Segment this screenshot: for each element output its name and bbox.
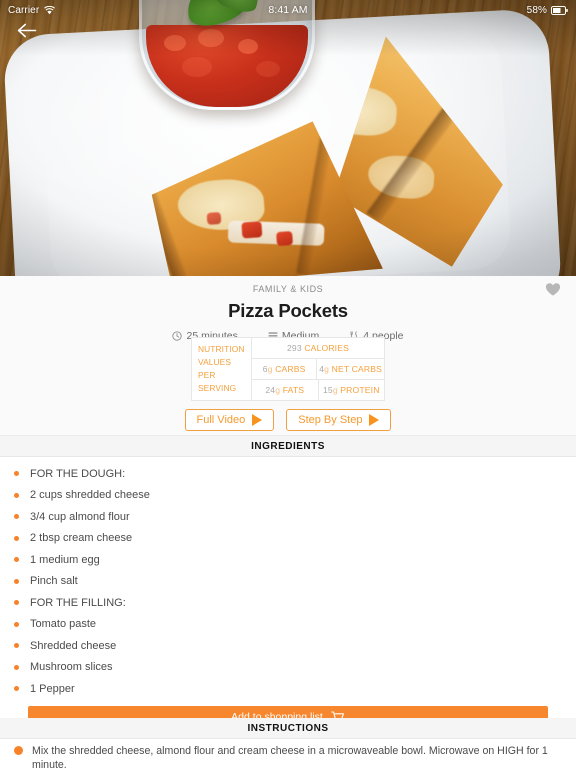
page-title: Pizza Pockets bbox=[228, 300, 348, 321]
nutrition-side-label: NUTRITION VALUES PER SERVING bbox=[192, 338, 252, 400]
ingredient-label: 2 tbsp cream cheese bbox=[30, 532, 133, 545]
calories-label: CALORIES bbox=[304, 343, 349, 353]
ingredient-label: Mushroom slices bbox=[30, 661, 113, 674]
favorite-button[interactable] bbox=[542, 282, 564, 302]
hero-image: Carrier 8:41 AM 58% bbox=[0, 0, 576, 276]
bullet-icon bbox=[14, 600, 19, 606]
instructions-header: INSTRUCTIONS bbox=[0, 718, 576, 739]
recipe-detail-screen: Carrier 8:41 AM 58% FAMILY & KIDS Pizza … bbox=[0, 0, 576, 768]
bullet-icon bbox=[14, 514, 19, 520]
step-by-step-label: Step By Step bbox=[298, 414, 363, 426]
ingredient-label: 3/4 cup almond flour bbox=[30, 510, 130, 523]
bullet-icon bbox=[14, 557, 19, 563]
bullet-icon bbox=[14, 621, 19, 627]
list-item[interactable]: Mushroom slices bbox=[0, 657, 576, 679]
ingredients-list: FOR THE DOUGH: 2 cups shredded cheese 3/… bbox=[0, 457, 576, 728]
nutrition-cell-protein: 15g PROTEIN bbox=[317, 380, 385, 400]
heart-icon bbox=[545, 282, 561, 302]
bullet-icon bbox=[14, 535, 19, 541]
action-buttons: Full Video Step By Step bbox=[0, 409, 576, 431]
list-item[interactable]: FOR THE FILLING: bbox=[0, 592, 576, 614]
status-bar-right: 58% bbox=[386, 5, 576, 16]
battery-percent-label: 58% bbox=[526, 4, 547, 16]
bullet-icon bbox=[14, 664, 19, 670]
bullet-icon bbox=[14, 643, 19, 649]
bullet-icon bbox=[14, 492, 19, 498]
ingredient-label: FOR THE DOUGH: bbox=[30, 467, 126, 480]
list-item[interactable]: 3/4 cup almond flour bbox=[0, 506, 576, 528]
nutrition-row-fats: 24g FATS 15g PROTEIN bbox=[252, 380, 384, 400]
nutrition-row-carbs: 6g CARBS 4g NET CARBS bbox=[252, 359, 384, 380]
clock-icon bbox=[172, 331, 183, 341]
ingredient-label: Tomato paste bbox=[30, 618, 97, 631]
ingredient-label: Shredded cheese bbox=[30, 639, 117, 652]
protein-label: PROTEIN bbox=[340, 385, 380, 395]
ingredient-label: 1 Pepper bbox=[30, 682, 75, 695]
bullet-icon bbox=[14, 578, 19, 584]
list-item[interactable]: 2 cups shredded cheese bbox=[0, 485, 576, 507]
ingredient-label: 2 cups shredded cheese bbox=[30, 489, 150, 502]
wifi-icon bbox=[44, 5, 56, 15]
carrier-label: Carrier bbox=[8, 4, 40, 16]
bullet-icon bbox=[14, 471, 19, 477]
back-arrow-icon bbox=[17, 23, 37, 43]
status-bar-time: 8:41 AM bbox=[268, 4, 308, 16]
instruction-item[interactable]: Mix the shredded cheese, almond flour an… bbox=[0, 744, 576, 768]
step-bullet-icon bbox=[14, 746, 23, 755]
nutrition-cell-carbs: 6g CARBS bbox=[252, 359, 316, 379]
ingredient-label: FOR THE FILLING: bbox=[30, 596, 126, 609]
recipe-photo bbox=[0, 0, 576, 276]
list-item[interactable]: 2 tbsp cream cheese bbox=[0, 528, 576, 550]
nutrition-cell-net-carbs: 4g NET CARBS bbox=[316, 359, 384, 379]
nutrition-row-calories: 293 CALORIES bbox=[252, 338, 384, 359]
instructions-section: INSTRUCTIONS Mix the shredded cheese, al… bbox=[0, 718, 576, 768]
list-item[interactable]: FOR THE DOUGH: bbox=[0, 463, 576, 485]
fats-label: FATS bbox=[282, 385, 305, 395]
recipe-info-card: FAMILY & KIDS Pizza Pockets 25 minutes M… bbox=[0, 276, 576, 436]
ingredients-section: INGREDIENTS FOR THE DOUGH: 2 cups shredd… bbox=[0, 436, 576, 728]
play-icon bbox=[369, 414, 380, 426]
ingredients-header: INGREDIENTS bbox=[0, 436, 576, 457]
carbs-label: CARBS bbox=[275, 364, 306, 374]
play-icon bbox=[252, 414, 263, 426]
full-video-label: Full Video bbox=[196, 414, 246, 426]
net-carbs-label: NET CARBS bbox=[331, 364, 382, 374]
full-video-button[interactable]: Full Video bbox=[184, 409, 275, 431]
instructions-list: Mix the shredded cheese, almond flour an… bbox=[0, 739, 576, 768]
calories-value: 293 bbox=[286, 343, 302, 353]
nutrition-values: 293 CALORIES 6g CARBS 4g NET CARBS 24g F… bbox=[252, 338, 384, 400]
step-by-step-button[interactable]: Step By Step bbox=[286, 409, 392, 431]
status-bar-left: Carrier bbox=[0, 5, 190, 16]
recipe-category: FAMILY & KIDS bbox=[252, 284, 324, 294]
status-bar: Carrier 8:41 AM 58% bbox=[0, 0, 576, 20]
nutrition-cell-fats: 24g FATS bbox=[252, 380, 318, 400]
nutrition-table: NUTRITION VALUES PER SERVING 293 CALORIE… bbox=[191, 337, 385, 401]
bullet-icon bbox=[14, 686, 19, 692]
list-item[interactable]: Pinch salt bbox=[0, 571, 576, 593]
ingredient-label: Pinch salt bbox=[30, 575, 78, 588]
protein-value: 15 bbox=[322, 385, 333, 395]
ingredient-label: 1 medium egg bbox=[30, 553, 100, 566]
instruction-text: Mix the shredded cheese, almond flour an… bbox=[32, 745, 548, 768]
back-button[interactable] bbox=[10, 18, 44, 48]
list-item[interactable]: 1 Pepper bbox=[0, 678, 576, 700]
battery-icon bbox=[550, 5, 568, 15]
nutrition-cell-calories: 293 CALORIES bbox=[252, 338, 384, 358]
list-item[interactable]: 1 medium egg bbox=[0, 549, 576, 571]
list-item[interactable]: Tomato paste bbox=[0, 614, 576, 636]
fats-value: 24 bbox=[265, 385, 276, 395]
list-item[interactable]: Shredded cheese bbox=[0, 635, 576, 657]
